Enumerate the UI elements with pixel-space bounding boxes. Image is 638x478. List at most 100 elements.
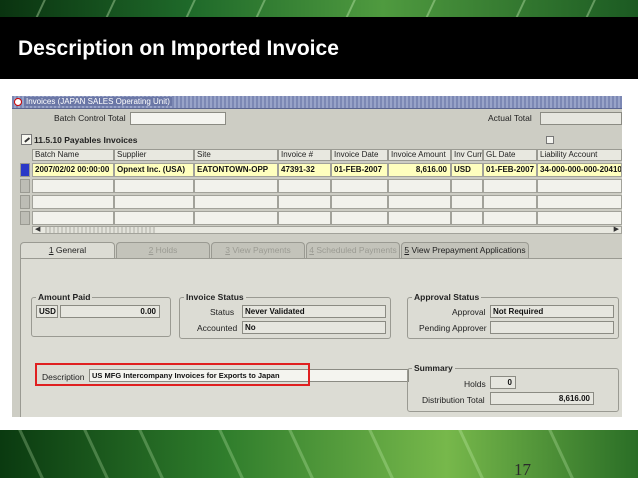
empty-cell[interactable] xyxy=(114,179,194,193)
empty-cell[interactable] xyxy=(278,179,331,193)
empty-cell[interactable] xyxy=(114,195,194,209)
scrollbar-thumb[interactable] xyxy=(45,227,155,233)
cell-invoice-num[interactable]: 47391-32 xyxy=(278,163,331,177)
empty-cell[interactable] xyxy=(32,179,114,193)
empty-cell[interactable] xyxy=(451,179,483,193)
tab-scheduled-payments-label: Scheduled Payments xyxy=(314,245,397,255)
row-indicator[interactable] xyxy=(20,179,30,193)
empty-cell[interactable] xyxy=(114,211,194,225)
tab-general[interactable]: 1 General xyxy=(20,242,115,259)
cell-batch-name[interactable]: 2007/02/02 00:00:00 xyxy=(32,163,114,177)
general-tab-panel: Amount Paid USD 0.00 Invoice Status Stat… xyxy=(20,258,622,417)
slide-title-bar: Description on Imported Invoice xyxy=(0,17,638,79)
empty-cell[interactable] xyxy=(451,211,483,225)
status-label: Status xyxy=(210,307,235,317)
tab-holds[interactable]: 2 Holds xyxy=(116,242,210,258)
cell-invoice-amount[interactable]: 8,616.00 xyxy=(388,163,451,177)
empty-cell[interactable] xyxy=(194,179,278,193)
cell-liability-account[interactable]: 34-000-000-000-20410 xyxy=(537,163,622,177)
cell-supplier[interactable]: Opnext Inc. (USA) xyxy=(114,163,194,177)
summary-title: Summary xyxy=(412,363,455,373)
approval-field[interactable]: Not Required xyxy=(490,305,614,318)
tab-general-label: General xyxy=(53,245,87,255)
folder-edit-icon[interactable] xyxy=(21,134,32,145)
status-field[interactable]: Never Validated xyxy=(242,305,386,318)
summary-group: Summary Holds 0 Distribution Total 8,616… xyxy=(407,363,619,412)
empty-cell[interactable] xyxy=(388,179,451,193)
scroll-right-arrow-icon[interactable]: ▶ xyxy=(614,225,619,233)
column-header-batch-name[interactable]: Batch Name xyxy=(32,149,114,161)
empty-cell[interactable] xyxy=(278,195,331,209)
slide-title: Description on Imported Invoice xyxy=(18,37,339,60)
pending-approver-label: Pending Approver xyxy=(419,323,487,333)
accounted-field[interactable]: No xyxy=(242,321,386,334)
approval-label: Approval xyxy=(452,307,486,317)
column-header-gl-date[interactable]: GL Date xyxy=(483,149,537,161)
amount-paid-currency-field[interactable]: USD xyxy=(36,305,58,318)
empty-cell[interactable] xyxy=(483,195,537,209)
empty-cell[interactable] xyxy=(537,195,622,209)
empty-cell[interactable] xyxy=(388,211,451,225)
column-header-inv-curr[interactable]: Inv Curr xyxy=(451,149,483,161)
column-header-supplier[interactable]: Supplier xyxy=(114,149,194,161)
oracle-window-icon xyxy=(14,98,22,106)
empty-cell[interactable] xyxy=(537,211,622,225)
approval-status-title: Approval Status xyxy=(412,292,482,302)
tab-view-payments-label: View Payments xyxy=(229,245,291,255)
horizontal-scrollbar[interactable]: ◀ ▶ xyxy=(32,226,622,234)
empty-cell[interactable] xyxy=(483,211,537,225)
pending-approver-field[interactable] xyxy=(490,321,614,334)
empty-cell[interactable] xyxy=(32,211,114,225)
actual-total-label: Actual Total xyxy=(488,113,532,123)
tab-view-payments[interactable]: 3 View Payments xyxy=(211,242,305,258)
row-indicator[interactable] xyxy=(20,211,30,225)
empty-cell[interactable] xyxy=(278,211,331,225)
empty-cell[interactable] xyxy=(194,211,278,225)
tab-view-prepayment-applications[interactable]: 5 View Prepayment Applications xyxy=(401,242,529,258)
distribution-total-field[interactable]: 8,616.00 xyxy=(490,392,594,405)
empty-cell[interactable] xyxy=(451,195,483,209)
row-indicator[interactable] xyxy=(20,195,30,209)
cell-inv-curr[interactable]: USD xyxy=(451,163,483,177)
row-indicator-current[interactable] xyxy=(20,163,30,177)
grid-select-checkbox[interactable] xyxy=(546,136,554,144)
window-title: Invoices (JAPAN SALES Operating Unit) xyxy=(24,97,172,106)
column-header-site[interactable]: Site xyxy=(194,149,278,161)
amount-paid-amount-field[interactable]: 0.00 xyxy=(60,305,160,318)
accounted-label: Accounted xyxy=(197,323,238,333)
window-title-bar[interactable]: Invoices (JAPAN SALES Operating Unit) xyxy=(12,96,622,109)
column-header-liability-account[interactable]: Liability Account xyxy=(537,149,622,161)
grid-title: 11.5.10 Payables Invoices xyxy=(34,135,138,145)
actual-total-field[interactable] xyxy=(540,112,622,125)
empty-cell[interactable] xyxy=(194,195,278,209)
tab-scheduled-payments[interactable]: 4 Scheduled Payments xyxy=(306,242,400,258)
approval-status-group: Approval Status Approval Not Required Pe… xyxy=(407,292,619,339)
scroll-left-arrow-icon[interactable]: ◀ xyxy=(35,225,40,233)
holds-label: Holds xyxy=(464,379,486,389)
distribution-total-label: Distribution Total xyxy=(422,395,485,405)
column-header-invoice-date[interactable]: Invoice Date xyxy=(331,149,388,161)
cell-invoice-date[interactable]: 01-FEB-2007 xyxy=(331,163,388,177)
cell-site[interactable]: EATONTOWN-OPP xyxy=(194,163,278,177)
holds-field[interactable]: 0 xyxy=(490,376,516,389)
slide: Description on Imported Invoice Invoices… xyxy=(0,0,638,478)
column-header-invoice-amount[interactable]: Invoice Amount xyxy=(388,149,451,161)
invoice-status-title: Invoice Status xyxy=(184,292,246,302)
batch-control-total-field[interactable] xyxy=(130,112,226,125)
empty-cell[interactable] xyxy=(483,179,537,193)
description-highlight-box xyxy=(35,363,310,386)
top-decorative-band xyxy=(0,0,638,17)
empty-cell[interactable] xyxy=(388,195,451,209)
cell-gl-date[interactable]: 01-FEB-2007 xyxy=(483,163,537,177)
batch-control-total-label: Batch Control Total xyxy=(54,113,126,123)
tab-holds-label: Holds xyxy=(153,245,178,255)
empty-cell[interactable] xyxy=(331,179,388,193)
slide-number: 17 xyxy=(514,460,531,478)
empty-cell[interactable] xyxy=(331,195,388,209)
empty-cell[interactable] xyxy=(331,211,388,225)
amount-paid-title: Amount Paid xyxy=(36,292,93,302)
column-header-invoice-num[interactable]: Invoice # xyxy=(278,149,331,161)
tab-view-prepayment-label: View Prepayment Applications xyxy=(409,245,526,255)
empty-cell[interactable] xyxy=(32,195,114,209)
empty-cell[interactable] xyxy=(537,179,622,193)
